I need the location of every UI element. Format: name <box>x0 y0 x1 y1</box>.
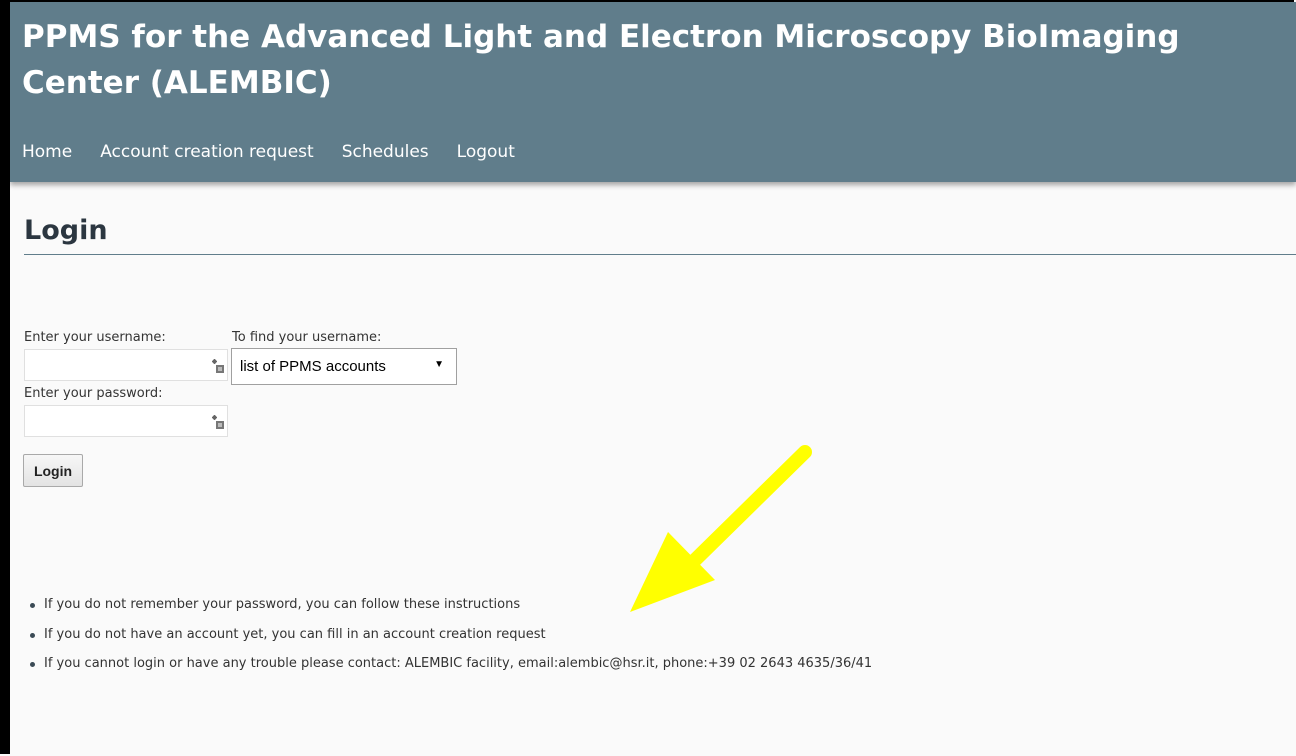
yellow-arrow-icon <box>630 445 812 612</box>
find-username-label: To find your username: <box>232 330 382 345</box>
list-item: If you cannot login or have any trouble … <box>30 654 872 684</box>
nav-schedules[interactable]: Schedules <box>342 142 429 162</box>
nav-account-creation-request[interactable]: Account creation request <box>100 142 313 162</box>
heading-divider <box>24 254 1296 255</box>
find-username-select[interactable]: list of PPMS accounts ▼ <box>231 348 457 385</box>
list-item[interactable]: If you do not remember your password, yo… <box>30 595 872 625</box>
password-field-wrapper <box>24 405 228 437</box>
nav-logout[interactable]: Logout <box>457 142 515 162</box>
site-header: PPMS for the Advanced Light and Electron… <box>10 2 1296 182</box>
login-button[interactable]: Login <box>23 454 83 487</box>
password-input[interactable] <box>25 406 213 436</box>
page-title: Login <box>24 215 108 246</box>
keyboard-key-icon[interactable] <box>210 414 226 430</box>
password-label: Enter your password: <box>24 386 163 401</box>
main-nav: Home Account creation request Schedules … <box>22 142 543 162</box>
find-username-select-value: list of PPMS accounts <box>240 358 386 375</box>
username-input[interactable] <box>25 350 213 380</box>
keyboard-key-icon[interactable] <box>210 358 226 374</box>
nav-home[interactable]: Home <box>22 142 72 162</box>
site-title: PPMS for the Advanced Light and Electron… <box>22 19 1180 101</box>
username-field-wrapper <box>24 349 228 381</box>
dropdown-arrow-icon: ▼ <box>434 359 444 370</box>
list-item[interactable]: If you do not have an account yet, you c… <box>30 625 872 655</box>
username-label: Enter your username: <box>24 330 166 345</box>
help-list: If you do not remember your password, yo… <box>30 595 872 684</box>
